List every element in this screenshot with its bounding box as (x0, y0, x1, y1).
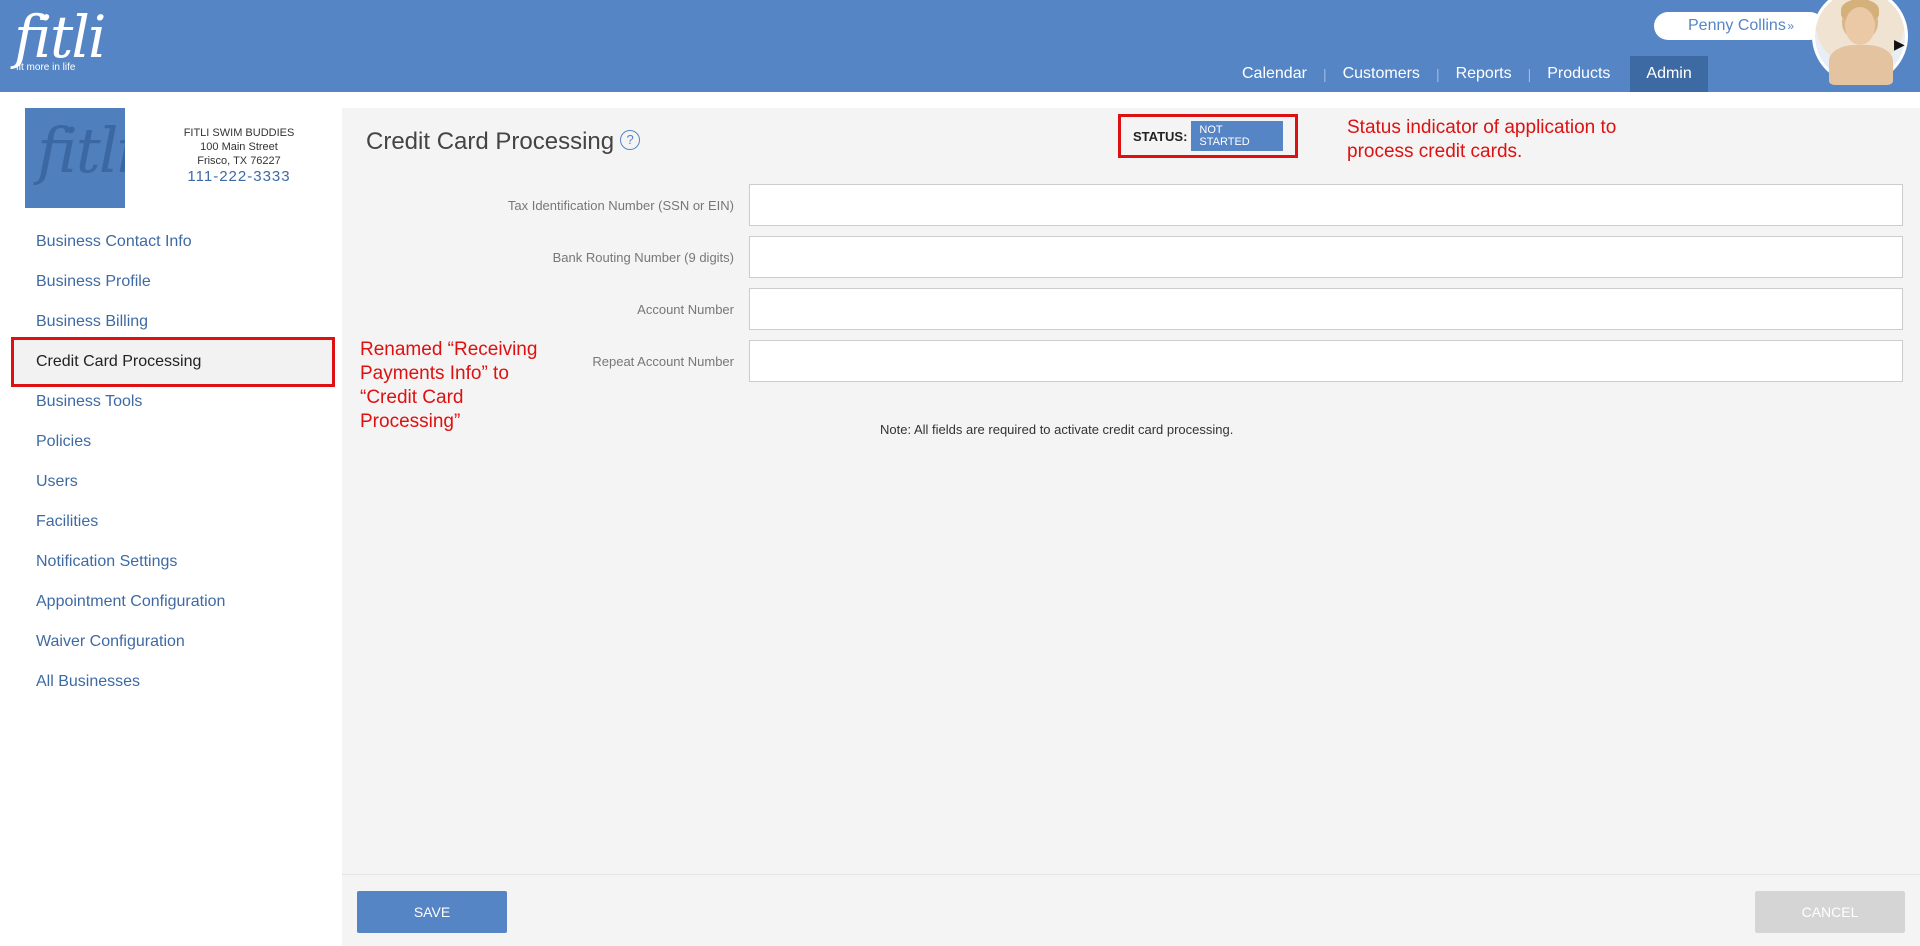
help-icon[interactable]: ? (620, 129, 641, 150)
sidebar-item-business-tools[interactable]: Business Tools (0, 382, 342, 422)
page-title-text: Credit Card Processing (366, 128, 615, 155)
sidebar-menu: Business Contact Info Business Profile B… (0, 222, 342, 702)
sidebar-item-facilities[interactable]: Facilities (0, 502, 342, 542)
sidebar-item-notification-settings[interactable]: Notification Settings (0, 542, 342, 582)
nav-calendar[interactable]: Calendar (1226, 56, 1323, 92)
routing-number-input[interactable] (749, 236, 1903, 278)
business-info: FITLI SWIM BUDDIES 100 Main Street Frisc… (160, 126, 318, 184)
sidebar-item-waiver-configuration[interactable]: Waiver Configuration (0, 622, 342, 662)
account-number-label: Account Number (637, 302, 734, 317)
user-name: Penny Collins (1688, 17, 1786, 34)
tax-id-input[interactable] (749, 184, 1903, 226)
sidebar: fitli FITLI SWIM BUDDIES 100 Main Street… (0, 92, 342, 946)
repeat-account-number-input[interactable] (749, 340, 1903, 382)
nav-customers[interactable]: Customers (1327, 56, 1436, 92)
nav-reports[interactable]: Reports (1440, 56, 1528, 92)
status-annotation: Status indicator of application to proce… (1347, 117, 1617, 162)
page-title: Credit Card Processing? (366, 128, 641, 156)
fitli-logo[interactable]: fitli fit more in life (14, 3, 106, 80)
status-label: STATUS: (1133, 128, 1188, 144)
nav-admin[interactable]: Admin (1630, 56, 1708, 92)
sidebar-item-business-billing[interactable]: Business Billing (0, 302, 342, 342)
user-menu[interactable]: Penny Collins » (1654, 12, 1824, 40)
sidebar-item-appointment-configuration[interactable]: Appointment Configuration (0, 582, 342, 622)
status-badge: NOT STARTED (1191, 121, 1283, 151)
business-logo: fitli (25, 108, 125, 208)
business-name: FITLI SWIM BUDDIES (183, 127, 295, 139)
sidebar-item-policies[interactable]: Policies (0, 422, 342, 462)
credit-card-form: Tax Identification Number (SSN or EIN) B… (342, 184, 1920, 392)
form-row-tax-id: Tax Identification Number (SSN or EIN) (342, 184, 1920, 236)
top-header: fitli fit more in life Calendar | Custom… (0, 0, 1920, 92)
account-number-input[interactable] (749, 288, 1903, 330)
footer-bar: SAVE CANCEL (342, 874, 1920, 946)
sidebar-item-credit-card-processing[interactable]: Credit Card Processing (11, 337, 335, 387)
tax-id-label: Tax Identification Number (SSN or EIN) (507, 198, 734, 213)
nav-products[interactable]: Products (1531, 56, 1626, 92)
mouse-cursor-icon: ▶ (1894, 36, 1905, 52)
chevron-down-icon: » (1787, 19, 1794, 33)
sidebar-item-business-contact-info[interactable]: Business Contact Info (0, 222, 342, 262)
main-nav: Calendar | Customers | Reports | Product… (1226, 56, 1708, 92)
form-row-routing-number: Bank Routing Number (9 digits) (342, 236, 1920, 288)
cancel-button[interactable]: CANCEL (1755, 891, 1905, 933)
form-row-account-number: Account Number (342, 288, 1920, 340)
routing-number-label: Bank Routing Number (9 digits) (552, 250, 734, 265)
sidebar-item-users[interactable]: Users (0, 462, 342, 502)
business-address-line1: 100 Main Street (200, 141, 278, 153)
required-fields-note: Note: All fields are required to activat… (880, 422, 1234, 437)
form-row-repeat-account-number: Repeat Account Number (342, 340, 1920, 392)
sidebar-item-all-businesses[interactable]: All Businesses (0, 662, 342, 702)
save-button[interactable]: SAVE (357, 891, 507, 933)
sidebar-item-business-profile[interactable]: Business Profile (0, 262, 342, 302)
business-phone: 111-222-3333 (187, 168, 291, 185)
repeat-account-number-label: Repeat Account Number (592, 354, 734, 369)
status-indicator: STATUS: NOT STARTED (1118, 114, 1298, 158)
main-panel: Credit Card Processing? STATUS: NOT STAR… (342, 108, 1920, 946)
logo-wordmark: fitli (14, 3, 106, 71)
business-address-line2: Frisco, TX 76227 (197, 155, 281, 167)
